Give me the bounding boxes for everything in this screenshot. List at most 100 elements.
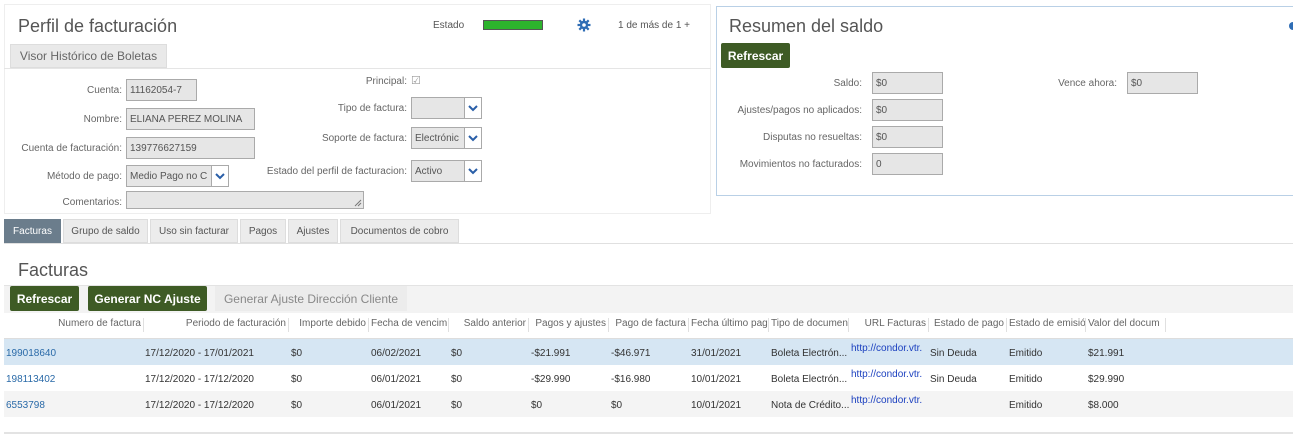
tipo-factura-label: Tipo de factura: [337,103,407,114]
nombre-field[interactable]: ELIANA PEREZ MOLINA [126,108,255,130]
movimientos-label: Movimientos no facturados: [739,159,862,170]
pager-label: 1 de más de 1 [618,20,682,31]
table-row[interactable]: 199018640 17/12/2020 - 17/01/2021 $0 06/… [4,339,1293,365]
col-header-importe[interactable]: Importe debido [289,318,369,332]
invoice-url-link[interactable]: http://condor.vtr. [851,395,929,406]
pager-arrow-icon[interactable]: + [684,20,690,31]
tab-facturas[interactable]: Facturas [4,219,61,243]
cell-saldo-anterior: $0 [451,400,463,411]
cell-importe: $0 [291,348,303,359]
col-header-tipo-doc[interactable]: Tipo de documen [769,318,849,332]
cell-estado-emision: Emitido [1009,374,1043,385]
cell-pagos-ajustes: -$21.991 [531,348,571,359]
col-header-fecha-venc[interactable]: Fecha de vencim [369,318,449,332]
cell-saldo-anterior: $0 [451,374,463,385]
col-header-numero[interactable]: Numero de factura [4,318,144,332]
chevron-down-icon[interactable] [464,161,481,181]
cell-periodo: 17/12/2020 - 17/12/2020 [145,400,254,411]
col-header-url[interactable]: URL Facturas [849,318,929,332]
pager-text[interactable]: 1 de más de 1 + [618,20,690,31]
cell-estado-emision: Emitido [1009,400,1043,411]
table-bottom-border [4,432,1293,434]
page-title: Perfil de facturación [18,16,178,36]
tab-uso-sin-facturar[interactable]: Uso sin facturar [150,219,238,243]
invoice-number-link[interactable]: 6553798 [6,400,45,411]
soporte-factura-label: Soporte de factura: [321,133,407,144]
ajustes-label: Ajustes/pagos no aplicados: [737,105,862,116]
chevron-down-icon[interactable] [211,166,228,186]
cell-pago-factura: -$46.971 [611,348,651,359]
col-header-pagos-ajustes[interactable]: Pagos y ajustes [529,318,609,332]
cuenta-facturacion-field[interactable]: 139776627159 [126,137,255,159]
cell-fecha-venc: 06/02/2021 [371,348,422,359]
saldo-label: Saldo: [833,78,862,89]
cell-pago-factura: $0 [611,400,623,411]
generate-address-adjust-button[interactable]: Generar Ajuste Dirección Cliente [215,286,407,311]
history-viewer-label: Visor Histórico de Boletas [19,49,158,63]
disputas-field[interactable]: $0 [872,126,943,148]
col-header-fecha-ultimo[interactable]: Fecha último pag [689,318,769,332]
invoice-number-link[interactable]: 198113402 [6,374,55,385]
invoices-refresh-button[interactable]: Refrescar [10,286,79,311]
tab-grupo-saldo[interactable]: Grupo de saldo [63,219,148,243]
gear-icon[interactable] [1287,20,1293,32]
col-header-pago-factura[interactable]: Pago de factura [609,318,689,332]
balance-refresh-button[interactable]: Refrescar [721,43,790,68]
movimientos-field[interactable]: 0 [872,153,943,175]
gear-icon[interactable] [577,18,591,32]
table-row[interactable]: 6553798 17/12/2020 - 17/12/2020 $0 06/01… [4,391,1293,417]
principal-checkbox[interactable]: ☑ [411,74,421,87]
cell-fecha-venc: 06/01/2021 [371,374,422,385]
cell-fecha-venc: 06/01/2021 [371,400,422,411]
nombre-label: Nombre: [83,114,122,125]
col-header-estado-pago[interactable]: Estado de pago [929,318,1007,332]
tab-pagos[interactable]: Pagos [240,219,286,243]
col-header-valor-doc[interactable]: Valor del docum [1086,318,1166,332]
col-header-periodo[interactable]: Periodo de facturación [144,318,289,332]
chevron-down-icon[interactable] [464,128,481,148]
saldo-field[interactable]: $0 [872,72,943,94]
metodo-pago-select[interactable]: Medio Pago no C [126,165,229,187]
invoice-url-link[interactable]: http://condor.vtr. [851,343,929,354]
metodo-pago-value: Medio Pago no C [130,171,208,182]
tabs-divider [4,243,1293,244]
status-bar [483,20,543,30]
cell-pago-factura: -$16.980 [611,374,651,385]
vence-label: Vence ahora: [1058,78,1117,89]
tab-documentos-cobro[interactable]: Documentos de cobro [340,219,459,243]
col-header-estado-emision[interactable]: Estado de emisió [1007,318,1086,332]
cell-importe: $0 [291,400,303,411]
chevron-down-icon[interactable] [464,98,481,118]
cell-valor-doc: $29.990 [1088,374,1125,385]
cuenta-field[interactable]: 11162054-7 [126,79,197,101]
principal-label: Principal: [365,76,407,87]
tab-ajustes[interactable]: Ajustes [288,219,338,243]
cell-importe: $0 [291,374,303,385]
vence-field[interactable]: $0 [1127,72,1198,94]
ajustes-field[interactable]: $0 [872,99,943,121]
invoices-title: Facturas [18,260,89,280]
invoice-number-link[interactable]: 199018640 [6,348,56,359]
cell-tipo-doc: Boleta Electrón... [771,374,848,385]
table-row[interactable]: 198113402 17/12/2020 - 17/12/2020 $0 06/… [4,365,1293,391]
generate-nc-button[interactable]: Generar NC Ajuste [88,286,207,311]
resize-handle-icon[interactable] [354,199,362,207]
estado-label: Estado [433,20,465,31]
balance-title: Resumen del saldo [729,16,884,36]
divider [4,68,711,69]
cell-estado-pago: Sin Deuda [930,374,977,385]
col-header-saldo-anterior[interactable]: Saldo anterior [449,318,529,332]
cell-saldo-anterior: $0 [451,348,463,359]
cell-pagos-ajustes: -$29.990 [531,374,571,385]
tipo-factura-select[interactable] [411,97,482,119]
invoice-url-link[interactable]: http://condor.vtr. [851,369,929,380]
soporte-factura-select[interactable]: Electrónic [411,127,482,149]
cuenta-label: Cuenta: [86,85,122,96]
estado-perfil-select[interactable]: Activo [411,160,482,182]
estado-perfil-label: Estado del perfil de facturacion: [266,166,407,177]
estado-perfil-value: Activo [415,166,443,177]
cell-estado-emision: Emitido [1009,348,1043,359]
comentarios-textarea[interactable] [126,191,364,209]
cell-periodo: 17/12/2020 - 17/01/2021 [145,348,254,359]
history-viewer-button[interactable]: Visor Histórico de Boletas [10,44,167,68]
